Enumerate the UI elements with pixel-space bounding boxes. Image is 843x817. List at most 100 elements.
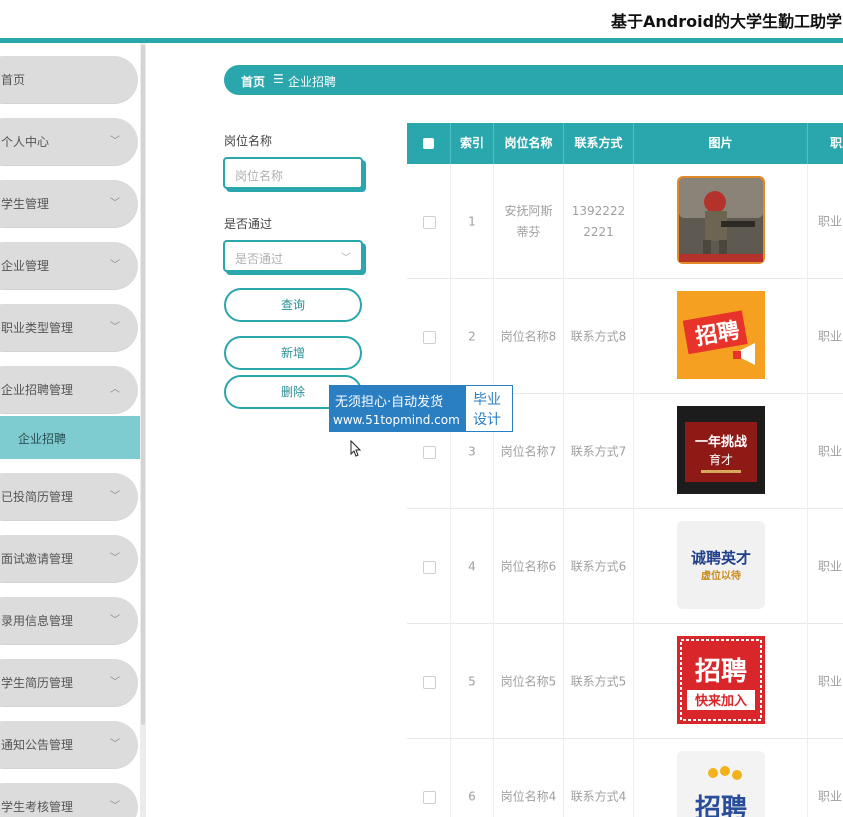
row-select-cell[interactable] [407,624,451,739]
sidebar-item-profile[interactable]: 个人中心 ﹀ [0,118,138,166]
post-name-value: 安抚阿斯蒂芬 [504,203,553,239]
job-value: 职业 8 [818,214,843,228]
sidebar-item-label: 职业类型管理 [1,321,74,335]
pass-status-select[interactable]: 是否通过 ﹀ [223,240,363,272]
post-name-placeholder: 岗位名称 [235,169,284,183]
job-cell: 职业 6 [808,509,843,624]
row-select-cell[interactable] [407,509,451,624]
row-checkbox[interactable] [423,331,436,344]
light-poster-subtitle: 虚位以待 [701,569,741,582]
chevron-down-icon: ﹀ [110,553,120,564]
row-checkbox[interactable] [423,676,436,689]
breadcrumb: 首页 ☰ 企业招聘 [224,65,843,95]
breadcrumb-current: 企业招聘 [288,75,337,89]
index-cell: 2 [451,279,494,394]
index-value: 5 [468,674,476,688]
contact-cell: 联系方式4 [564,739,634,817]
sidebar-item-students[interactable]: 学生管理 ﹀ [0,180,138,228]
contact-cell: 联系方式6 [564,509,634,624]
row-checkbox[interactable] [423,791,436,804]
chevron-down-icon: ﹀ [110,677,120,688]
index-cell: 5 [451,624,494,739]
row-select-cell[interactable] [407,164,451,279]
sidebar-item-resumes-sent[interactable]: 已投简历管理 ﹀ [0,473,138,521]
contact-value: 联系方式7 [570,444,627,458]
job-value: 职业 6 [818,559,843,573]
select-all-header[interactable] [407,123,451,164]
job-cell: 职业 7 [808,394,843,509]
query-button[interactable]: 查询 [224,288,362,322]
top-bar: 基于Android的大学生勤工助学 [0,0,843,38]
post-name-value: 岗位名称7 [500,444,557,458]
row-select-cell[interactable] [407,739,451,817]
image-cell: 招聘 快来加入 [634,624,808,739]
row-select-cell[interactable] [407,279,451,394]
sidebar-item-label: 已投简历管理 [1,490,74,504]
contact-value: 联系方式6 [570,559,627,573]
table-row[interactable]: 4 岗位名称6 联系方式6 诚聘英才 虚位以待 职业 6 [407,509,843,624]
sidebar-item-assessments[interactable]: 学生考核管理 ﹀ [0,783,138,817]
post-name-cell: 岗位名称6 [494,509,564,624]
scrollbar-thumb[interactable] [141,45,145,725]
recruitment-table: 索引 岗位名称 联系方式 图片 职业 1 安抚阿斯蒂芬 13922222221 [407,123,843,817]
contact-cell: 联系方式5 [564,624,634,739]
chevron-down-icon: ﹀ [110,491,120,502]
index-value: 2 [468,329,476,343]
image-cell: 招聘 [634,279,808,394]
row-checkbox[interactable] [423,216,436,229]
post-name-cell: 岗位名称4 [494,739,564,817]
contact-cell: 联系方式7 [564,394,634,509]
sidebar-item-label: 通知公告管理 [1,738,74,752]
sidebar-item-label: 学生考核管理 [1,800,74,814]
recruitment-poster-orange: 招聘 [677,291,765,379]
post-name-value: 岗位名称5 [500,674,557,688]
sidebar-item-notices[interactable]: 通知公告管理 ﹀ [0,721,138,769]
sidebar-item-companies[interactable]: 企业管理 ﹀ [0,242,138,290]
job-cell: 职业 8 [808,164,843,279]
add-button[interactable]: 新增 [224,336,362,370]
job-value: 职业 7 [818,444,843,458]
sidebar-item-offers[interactable]: 录用信息管理 ﹀ [0,597,138,645]
job-value: 职业 5 [818,674,843,688]
chevron-down-icon: ﹀ [110,615,120,626]
chevron-down-icon: ﹀ [341,253,351,264]
index-cell: 1 [451,164,494,279]
job-cell: 职业 8 [808,279,843,394]
select-all-checkbox[interactable] [423,138,434,149]
contact-value: 联系方式5 [570,674,627,688]
sidebar-scrollbar[interactable] [140,43,146,817]
watermark-url: www.51topmind.com [333,413,460,427]
sidebar-item-job-types[interactable]: 职业类型管理 ﹀ [0,304,138,352]
table-row[interactable]: 6 岗位名称4 联系方式4 招聘 职业 4 [407,739,843,817]
job-value: 职业 4 [818,789,843,803]
post-name-cell: 岗位名称8 [494,279,564,394]
soldier-image [677,176,765,264]
row-checkbox[interactable] [423,561,436,574]
sidebar-subitem-recruitment[interactable]: 企业招聘 [0,416,140,459]
chevron-down-icon: ﹀ [110,198,120,209]
sidebar-item-recruitment[interactable]: 企业招聘管理 ︿ [0,366,138,414]
sidebar-item-label: 录用信息管理 [1,614,74,628]
recruitment-poster-red: 招聘 快来加入 [677,636,765,724]
sidebar-item-student-resumes[interactable]: 学生简历管理 ﹀ [0,659,138,707]
sidebar-item-label: 面试邀请管理 [1,552,74,566]
watermark-tag-1: 毕业 [473,392,501,408]
breadcrumb-home[interactable]: 首页 [241,73,265,90]
sidebar-item-label: 企业招聘管理 [1,383,74,397]
dark-poster-subtitle: 育才 [709,452,733,467]
dark-poster-title: 一年挑战 [695,434,747,450]
sidebar-item-home[interactable]: 首页 [0,56,138,104]
index-cell: 6 [451,739,494,817]
sidebar-item-label: 首页 [1,73,26,87]
index-value: 6 [468,789,476,803]
sidebar-item-interviews[interactable]: 面试邀请管理 ﹀ [0,535,138,583]
table-row[interactable]: 2 岗位名称8 联系方式8 招聘 职业 8 [407,279,843,394]
recruitment-poster-light: 诚聘英才 虚位以待 [677,521,765,609]
sidebar-item-label: 学生简历管理 [1,676,74,690]
post-name-value: 岗位名称8 [500,329,557,343]
table-row[interactable]: 1 安抚阿斯蒂芬 13922222221 职业 8 [407,164,843,279]
recruitment-poster-blue: 招聘 [677,751,765,817]
post-name-input[interactable]: 岗位名称 [223,157,363,189]
table-row[interactable]: 5 岗位名称5 联系方式5 招聘 快来加入 职业 5 [407,624,843,739]
row-checkbox[interactable] [423,446,436,459]
